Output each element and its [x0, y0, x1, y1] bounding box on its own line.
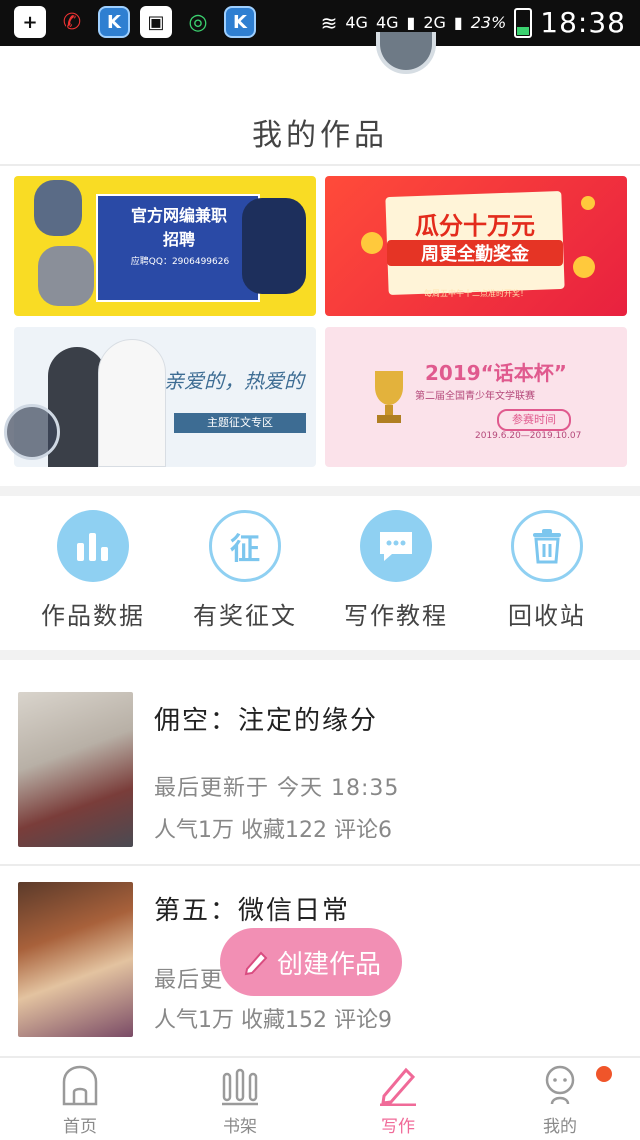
- tab-write[interactable]: 写作: [338, 1064, 458, 1137]
- notification-dot: [596, 1066, 612, 1082]
- floating-bubble[interactable]: [4, 404, 60, 460]
- trash-icon: [511, 510, 583, 582]
- missed-call-icon: ✆: [62, 9, 82, 35]
- create-work-button[interactable]: 创建作品: [220, 928, 402, 996]
- banner-tag: 主题征文专区: [174, 413, 306, 433]
- trophy-icon: [375, 371, 403, 423]
- create-work-label: 创建作品: [276, 949, 381, 980]
- banner-subtitle: 应聘QQ：2906499626: [130, 257, 230, 267]
- banner-theme-contest[interactable]: 亲爱的，热爱的 主题征文专区: [14, 327, 316, 467]
- chat-bubble-icon[interactable]: [376, 32, 436, 74]
- work-cover: [18, 882, 133, 1037]
- battery-percent: 23%: [470, 13, 507, 32]
- tab-home[interactable]: 首页: [20, 1064, 140, 1137]
- pen-icon: [380, 1067, 416, 1106]
- work-updated: 最后更: [154, 968, 224, 993]
- tool-tutorial[interactable]: 写作教程: [321, 510, 471, 631]
- banner-caption: 每周五中午十二点准时开奖！: [424, 289, 528, 298]
- network-label: 4G: [375, 13, 399, 32]
- network-label: 4G: [345, 13, 368, 32]
- banner-editor-recruitment[interactable]: 官方网编兼职 招聘 应聘QQ：2906499626: [14, 176, 316, 316]
- divider: [0, 164, 640, 166]
- section-gap: [0, 650, 640, 660]
- work-cover: [18, 692, 133, 847]
- add-notification-icon: +: [14, 6, 46, 38]
- banner-tag: 参赛时间: [497, 409, 571, 431]
- illustration-person: [98, 339, 166, 467]
- tab-label: 我的: [543, 1117, 577, 1137]
- bottom-tab-bar: 首页 书架 写作 我的: [0, 1056, 640, 1140]
- status-bar: + ✆ K ▣ ◎ K ≋ 4G 4G ▮ 2G ▮ 23% 18:38: [0, 0, 640, 46]
- network-label: 2G: [423, 13, 446, 32]
- image-icon: ▣: [140, 6, 172, 38]
- tool-label: 作品数据: [41, 602, 145, 630]
- banner-subtitle: 第二届全国青少年文学联赛: [415, 391, 535, 402]
- banner-huaben-cup[interactable]: 2019“话本杯” 第二届全国青少年文学联赛 参赛时间 2019.6.20—20…: [325, 327, 627, 467]
- bar-chart-icon: [57, 510, 129, 582]
- profile-icon: [545, 1065, 575, 1105]
- tool-works-data[interactable]: 作品数据: [18, 510, 168, 631]
- bookshelf-icon: [222, 1068, 258, 1106]
- chat-bubble-icon: [360, 510, 432, 582]
- app-k-icon: K: [224, 6, 256, 38]
- tab-label: 写作: [381, 1117, 415, 1137]
- tool-label: 回收站: [508, 602, 586, 630]
- wechat-icon: ◎: [188, 9, 208, 35]
- tool-label: 写作教程: [344, 602, 448, 630]
- tab-bookshelf[interactable]: 书架: [180, 1064, 300, 1137]
- tool-contest[interactable]: 征 有奖征文: [170, 510, 320, 631]
- banner-subtitle: 周更全勤奖金: [387, 240, 563, 266]
- tab-label: 书架: [223, 1117, 257, 1137]
- page-title: 我的作品: [252, 118, 388, 153]
- divider: [0, 864, 640, 866]
- status-bar-system: ≋ 4G 4G ▮ 2G ▮ 23% 18:38: [321, 6, 626, 39]
- tab-label: 首页: [63, 1117, 97, 1137]
- home-icon: [62, 1065, 98, 1106]
- pen-icon: [244, 951, 268, 976]
- banner-title: 官方网编兼职 招聘: [130, 206, 227, 249]
- app-k-icon: K: [98, 6, 130, 38]
- coin-icon: [581, 196, 595, 210]
- work-stats: 人气1万 收藏152 评论9: [154, 1008, 392, 1033]
- work-stats: 人气1万 收藏122 评论6: [154, 818, 392, 843]
- section-gap: [0, 486, 640, 496]
- banner-title: 2019“话本杯”: [425, 361, 567, 385]
- signal-icon: ▮: [453, 13, 463, 32]
- illustration-person: [34, 180, 82, 236]
- coin-icon: [361, 232, 383, 254]
- clock: 18:38: [540, 6, 626, 39]
- wifi-icon: ≋: [320, 10, 338, 35]
- contest-icon: 征: [209, 510, 281, 582]
- work-title: 佣空：注定的缘分: [154, 706, 379, 736]
- signal-icon: ▮: [406, 13, 416, 32]
- banner-title: 亲爱的，热爱的: [164, 369, 304, 393]
- tool-label: 有奖征文: [193, 602, 297, 630]
- battery-icon: [514, 7, 533, 38]
- banner-title: 瓜分十万元: [415, 212, 535, 240]
- work-title: 第五：微信日常: [154, 896, 351, 926]
- coin-icon: [573, 256, 595, 278]
- status-bar-notifications: + ✆ K ▣ ◎ K: [14, 6, 256, 38]
- banner-dates: 2019.6.20—2019.10.07: [475, 431, 582, 441]
- work-updated: 最后更新于 今天 18:35: [154, 776, 400, 801]
- illustration-person: [38, 246, 94, 306]
- tool-recycle-bin[interactable]: 回收站: [472, 510, 622, 631]
- illustration-person: [242, 198, 306, 294]
- work-item[interactable]: 佣空：注定的缘分 最后更新于 今天 18:35 人气1万 收藏122 评论6: [0, 676, 640, 847]
- banner-weekly-bonus[interactable]: 瓜分十万元 周更全勤奖金 每周五中午十二点准时开奖！: [325, 176, 627, 316]
